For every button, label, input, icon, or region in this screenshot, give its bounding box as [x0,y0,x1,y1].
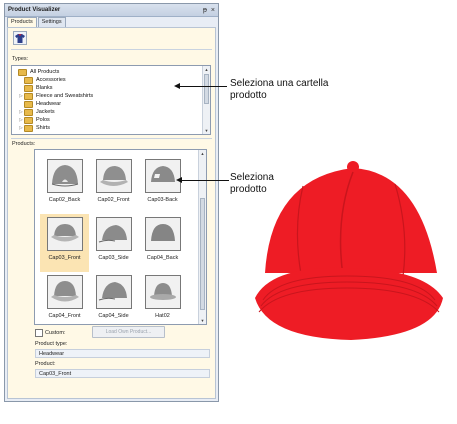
load-own-product-button[interactable]: Load Own Product... [92,326,165,338]
shirt-icon [15,33,25,43]
types-divider [11,138,212,139]
product-thumbnail [145,217,181,251]
tree-item-polos[interactable]: ▷ Polos [18,116,50,124]
product-item[interactable]: Cap02_Back [40,156,89,214]
folder-icon [18,68,27,76]
types-label: Types: [12,56,29,62]
panel-title: Product Visualizer [8,7,61,13]
product-item[interactable]: Cap04_Side [89,272,138,330]
folder-icon [24,100,33,108]
toolbar-divider [11,49,212,50]
folder-icon [24,76,33,84]
types-callout-line [179,86,227,87]
tree-item-jackets[interactable]: ▷ Jackets [18,108,55,116]
scroll-up-arrow-icon[interactable]: ▲ [203,66,210,73]
product-item-label: Cap04_Front [48,313,81,319]
tab-strip: Products Settings [7,17,67,27]
tree-item-label: Polos [36,117,50,123]
custom-checkbox[interactable] [35,329,43,337]
product-item[interactable]: Cap03-Back [138,156,187,214]
tree-item-fleece[interactable]: ▷ Fleece and Sweatshirts [18,92,93,100]
product-item-selected[interactable]: Cap03_Front [40,214,89,272]
scroll-thumb[interactable] [200,198,205,310]
tab-products[interactable]: Products [7,17,37,27]
product-item[interactable]: Cap02_Front [89,156,138,214]
tree-item-headwear[interactable]: Headwear [18,100,61,108]
scroll-thumb[interactable] [204,74,209,104]
product-thumbnail [96,159,132,193]
product-item-label: Cap03_Side [98,255,129,261]
folder-icon [24,116,33,124]
products-callout-line [181,180,229,181]
tree-item-all-products[interactable]: All Products [12,68,59,76]
product-value: Cap03_Front [35,369,210,378]
tree-item-blanks[interactable]: Blanks [18,84,53,92]
product-thumbnail [47,159,83,193]
tree-item-label: Blanks [36,85,53,91]
product-visualizer-panel: Product Visualizer ᵽ × Products Settings… [4,3,219,402]
products-scrollbar[interactable]: ▲ ▼ [198,150,206,324]
product-thumbnail [47,217,83,251]
panel-titlebar: Product Visualizer ᵽ × [5,4,218,17]
tree-item-label: All Products [30,69,60,75]
product-item-label: Cap04_Back [146,255,179,261]
scroll-down-arrow-icon[interactable]: ▼ [203,127,210,134]
folder-icon [24,124,33,132]
product-thumbnail [96,275,132,309]
product-item[interactable]: Hat02 [138,272,187,330]
product-item[interactable]: Cap03_Side [89,214,138,272]
custom-label: Custom: [45,330,66,336]
product-type-value: Headwear [35,349,210,358]
products-gallery: Cap02_Back Cap02_Front Cap03-Back Cap03_… [34,149,207,325]
product-item-label: Cap02_Back [48,197,81,203]
product-thumbnail [47,275,83,309]
scroll-down-arrow-icon[interactable]: ▼ [199,317,206,324]
folder-icon [24,92,33,100]
product-type-label: Product type: [35,341,68,347]
tree-item-shirts[interactable]: ▷ Shirts [18,124,50,132]
tree-item-label: Headwear [36,101,62,107]
pin-icon[interactable]: ᵽ [203,7,207,14]
cap-preview-image [255,161,443,340]
types-scrollbar[interactable]: ▲ ▼ [202,66,210,134]
folder-icon [24,108,33,116]
product-item-label: Cap04_Side [98,313,129,319]
product-item[interactable]: Cap04_Front [40,272,89,330]
close-icon[interactable]: × [211,7,215,14]
tab-settings[interactable]: Settings [37,17,66,27]
product-visualizer-toolbar-button[interactable] [13,31,27,45]
product-thumbnail [96,217,132,251]
tree-item-accessories[interactable]: Accessories [18,76,66,84]
folder-icon [24,84,33,92]
product-thumbnail [145,275,181,309]
tree-item-label: Jackets [36,109,55,115]
tree-item-label: Accessories [36,77,66,83]
types-tree: All Products Accessories Blanks ▷ Fleece… [11,65,211,135]
product-item-label: Cap02_Front [97,197,130,203]
product-item-label: Hat02 [155,313,170,319]
types-callout-text: Seleziona una cartella prodotto [230,78,329,101]
custom-checkbox-row[interactable]: Custom: [35,329,65,337]
products-label: Products: [12,141,36,147]
product-item[interactable]: Cap04_Back [138,214,187,272]
tree-item-label: Shirts [36,125,51,131]
scroll-up-arrow-icon[interactable]: ▲ [199,150,206,157]
product-item-label: Cap03_Front [48,255,81,261]
product-label: Product: [35,361,56,367]
tree-item-label: Fleece and Sweatshirts [36,93,94,99]
product-thumbnail [145,159,181,193]
product-item-label: Cap03-Back [147,197,178,203]
